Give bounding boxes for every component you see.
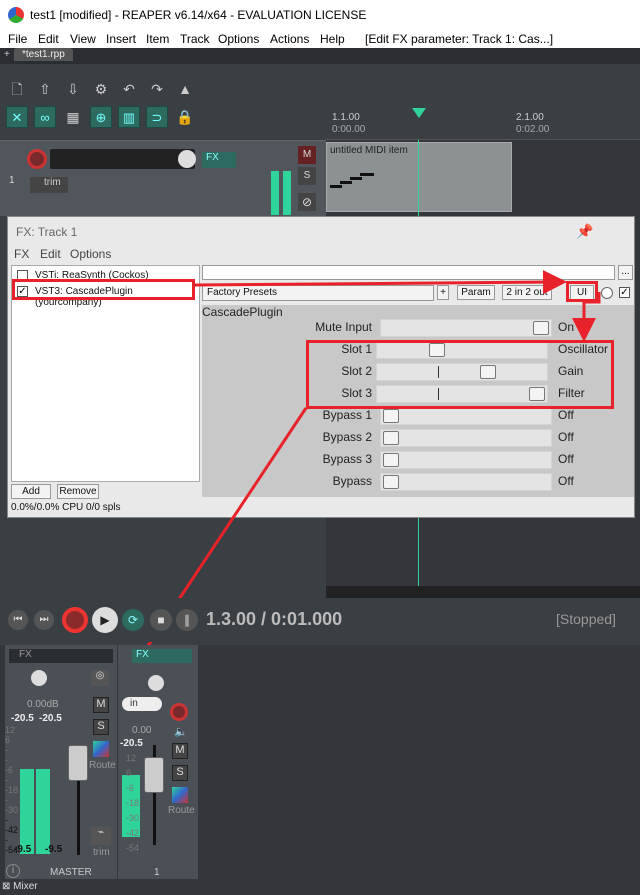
- meter-scale-label: -: [5, 795, 8, 805]
- meter-scale-label: -: [5, 775, 8, 785]
- meter-scale-label: -54: [126, 843, 140, 853]
- meter-scale-label: -6: [126, 783, 135, 793]
- master-volume-readout: 0.00dB: [27, 699, 59, 710]
- meter-scale-label: -42: [126, 828, 140, 838]
- track1-mute-button[interactable]: M: [172, 743, 188, 759]
- master-env-icon[interactable]: ⌁: [91, 827, 111, 845]
- master-meter-bottom-right: -9.5: [45, 844, 63, 855]
- route-icon[interactable]: [93, 741, 109, 757]
- meter-scale-label: -: [5, 745, 8, 755]
- track1-fx-button[interactable]: FX: [132, 649, 192, 663]
- master-mono-button[interactable]: ◎: [91, 670, 109, 686]
- master-peak-right: -20.5: [39, 713, 62, 724]
- mixer-panel: FX ◎ 0.00dB -20.5 -20.5 12 6- - -6- -18- -30-…: [0, 645, 640, 895]
- track1-input-button[interactable]: in: [122, 697, 162, 711]
- track1-peak: -20.5: [120, 738, 143, 749]
- meter-scale-label: -: [5, 755, 8, 765]
- mixer-tab-label: Mixer: [13, 881, 38, 892]
- track1-solo-button[interactable]: S: [172, 765, 188, 781]
- master-solo-button[interactable]: S: [93, 719, 109, 735]
- meter-scale-label: -42: [5, 825, 19, 835]
- master-pan-knob[interactable]: [31, 670, 47, 686]
- track1-number: 1: [154, 867, 160, 878]
- master-peak-left: -20.5: [11, 713, 34, 724]
- master-meter-bottom-left: -9.5: [14, 844, 32, 855]
- master-mute-button[interactable]: M: [93, 697, 109, 713]
- master-route-label: Route: [89, 760, 116, 771]
- transport-bar: ⏮ ⏭ ▶ ⟳ ■ ∥ 1.3.00 / 0:01.000 [Stopped]: [0, 598, 640, 642]
- meter-scale-label: 6: [126, 768, 132, 778]
- track1-fader[interactable]: [144, 757, 164, 793]
- meter-scale-label: -30: [5, 805, 19, 815]
- pause-button[interactable]: ∥: [176, 609, 198, 631]
- meter-scale-label: -30: [126, 813, 140, 823]
- master-fader[interactable]: [68, 745, 88, 781]
- meter-scale-label: 12: [126, 753, 137, 763]
- track1-route-label: Route: [168, 805, 195, 816]
- go-start-icon[interactable]: ⏮: [8, 610, 28, 630]
- speaker-icon[interactable]: 🔈: [174, 725, 188, 738]
- repeat-button[interactable]: ⟳: [122, 609, 144, 631]
- master-meter-left: [20, 769, 34, 854]
- master-fx-button[interactable]: FX: [9, 649, 113, 663]
- play-button[interactable]: ▶: [92, 607, 118, 633]
- meter-scale-label: -6: [5, 765, 14, 775]
- meter-scale-label: -18: [126, 798, 140, 808]
- master-name: MASTER: [50, 867, 92, 878]
- master-info-icon[interactable]: i: [6, 864, 20, 878]
- track1-record-arm[interactable]: [170, 703, 188, 721]
- record-button[interactable]: [62, 607, 88, 633]
- track1-strip: FX in 0.00 🔈 -20.5 12 6 -6 -18 -30 -42 -54 M S…: [118, 645, 198, 879]
- arrow-to-master: [115, 407, 308, 695]
- track1-volume-readout: 0.00: [132, 725, 152, 736]
- arrow-to-ui: [194, 270, 567, 295]
- master-trim-label: trim: [93, 847, 110, 858]
- go-end-icon[interactable]: ⏭: [34, 610, 54, 630]
- meter-scale-label: 12: [5, 725, 16, 735]
- close-icon[interactable]: ⊠: [2, 881, 10, 892]
- meter-scale-label: -: [5, 815, 8, 825]
- arrow-to-params: [572, 292, 601, 342]
- mixer-tab[interactable]: ⊠ Mixer: [2, 881, 38, 892]
- meter-scale-label: -: [5, 835, 8, 845]
- meter-scale-label: -18: [5, 785, 19, 795]
- master-meter-right: [36, 769, 50, 854]
- transport-status: [Stopped]: [556, 611, 616, 627]
- time-display: 1.3.00 / 0:01.000: [206, 609, 343, 629]
- track1-pan-knob[interactable]: [148, 675, 164, 691]
- meter-scale-label: 6: [5, 735, 11, 745]
- route-icon[interactable]: [172, 787, 188, 803]
- stop-button[interactable]: ■: [150, 609, 172, 631]
- master-strip: FX ◎ 0.00dB -20.5 -20.5 12 6- - -6- -18- -30-…: [5, 645, 117, 879]
